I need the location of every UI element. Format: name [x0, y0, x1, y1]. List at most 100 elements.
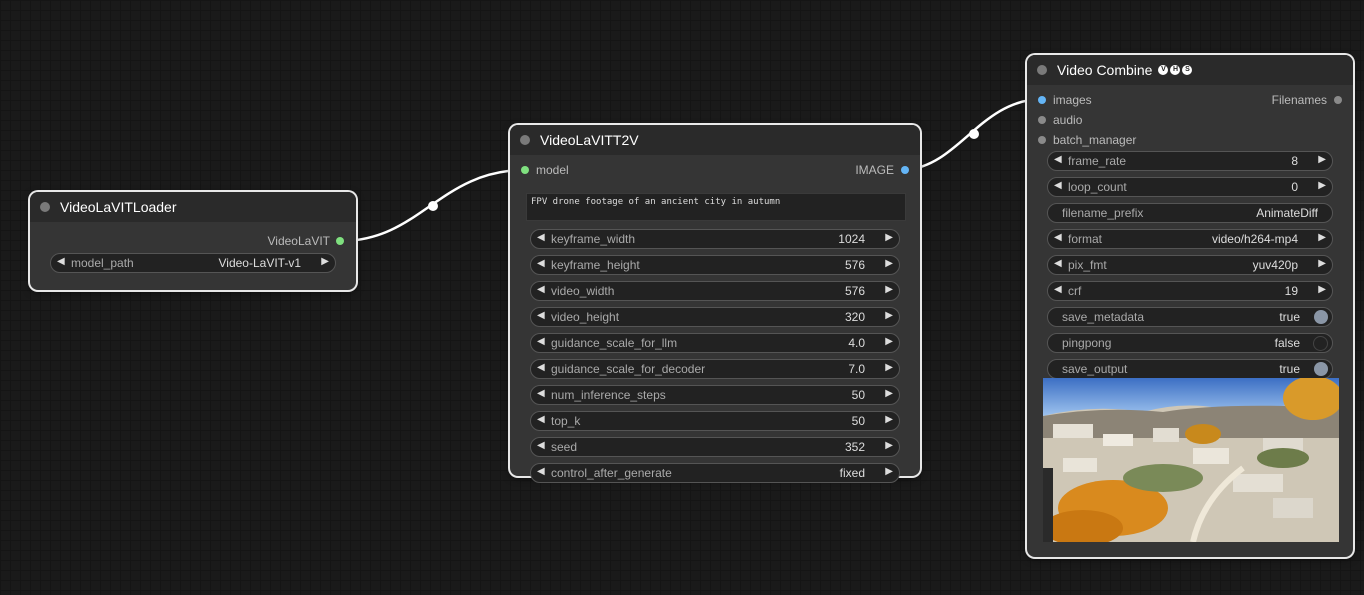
arrow-left-icon[interactable]: ◀ — [537, 310, 545, 321]
widget-video-width[interactable]: ◀ video_width 576 ▶ — [530, 281, 900, 301]
toggle-knob[interactable] — [1314, 362, 1328, 376]
widget-frame-rate[interactable]: ◀ frame_rate 8 ▶ — [1047, 151, 1333, 171]
arrow-right-icon[interactable]: ▶ — [885, 440, 893, 451]
widget-guidance-scale-for-llm[interactable]: ◀ guidance_scale_for_llm 4.0 ▶ — [530, 333, 900, 353]
arrow-right-icon[interactable]: ▶ — [885, 232, 893, 243]
widget-top-k[interactable]: ◀ top_k 50 ▶ — [530, 411, 900, 431]
preview-image — [1043, 378, 1339, 542]
widget-value: true — [1279, 310, 1300, 324]
input-slot-model[interactable] — [521, 166, 529, 174]
vhs-badge-icon: V H S — [1158, 65, 1193, 75]
arrow-right-icon[interactable]: ▶ — [885, 414, 893, 425]
widget-label: pix_fmt — [1068, 258, 1107, 272]
model-path-combo[interactable]: ◀ model_path Video-LaVIT-v1 ▶ — [50, 253, 336, 273]
widget-control-after-generate[interactable]: ◀ control_after_generate fixed ▶ — [530, 463, 900, 483]
node-videolavit-t2v[interactable]: VideoLaVITT2V model IMAGE FPV drone foot… — [510, 125, 920, 483]
link-images-midpoint[interactable] — [969, 129, 979, 139]
widget-save-metadata[interactable]: save_metadata true — [1047, 307, 1333, 327]
widget-value: 19 — [1284, 284, 1298, 298]
arrow-right-icon[interactable]: ▶ — [885, 362, 893, 373]
arrow-right-icon[interactable]: ▶ — [885, 336, 893, 347]
vhs-letter-s: S — [1182, 65, 1193, 75]
widget-label: seed — [551, 440, 578, 454]
collapse-dot-icon[interactable] — [520, 135, 530, 145]
node-header[interactable]: Video Combine V H S — [1027, 55, 1353, 85]
widget-pix-fmt[interactable]: ◀ pix_fmt yuv420p ▶ — [1047, 255, 1333, 275]
node-videolavit-loader[interactable]: VideoLaVITLoader VideoLaVIT ◀ model_path… — [30, 192, 356, 290]
input-slot-images[interactable] — [1038, 96, 1046, 104]
arrow-right-icon[interactable]: ▶ — [1318, 284, 1326, 295]
widget-label: crf — [1068, 284, 1082, 298]
widget-filename-prefix[interactable]: filename_prefix AnimateDiff — [1047, 203, 1333, 223]
widget-pingpong[interactable]: pingpong false — [1047, 333, 1333, 353]
arrow-left-icon[interactable]: ◀ — [1054, 180, 1062, 191]
arrow-right-icon[interactable]: ▶ — [885, 284, 893, 295]
widget-num-inference-steps[interactable]: ◀ num_inference_steps 50 ▶ — [530, 385, 900, 405]
arrow-left-icon[interactable]: ◀ — [537, 258, 545, 269]
widget-label: keyframe_height — [551, 258, 640, 272]
arrow-left-icon[interactable]: ◀ — [537, 414, 545, 425]
arrow-right-icon[interactable]: ▶ — [1318, 232, 1326, 243]
arrow-right-icon[interactable]: ▶ — [1318, 258, 1326, 269]
video-preview[interactable] — [1043, 378, 1339, 542]
widget-crf[interactable]: ◀ crf 19 ▶ — [1047, 281, 1333, 301]
slot-row-images: images Filenames — [1027, 90, 1353, 110]
arrow-left-icon[interactable]: ◀ — [1054, 154, 1062, 165]
widget-label: top_k — [551, 414, 581, 428]
widget-loop-count[interactable]: ◀ loop_count 0 ▶ — [1047, 177, 1333, 197]
widget-keyframe-height[interactable]: ◀ keyframe_height 576 ▶ — [530, 255, 900, 275]
collapse-dot-icon[interactable] — [1037, 65, 1047, 75]
arrow-right-icon[interactable]: ▶ — [321, 256, 329, 267]
output-slot-image[interactable] — [901, 166, 909, 174]
input-slot-audio[interactable] — [1038, 116, 1046, 124]
arrow-left-icon[interactable]: ◀ — [537, 362, 545, 373]
widget-label: model_path — [71, 256, 134, 270]
toggle-knob[interactable] — [1313, 336, 1328, 351]
arrow-left-icon[interactable]: ◀ — [537, 284, 545, 295]
input-label: batch_manager — [1053, 133, 1137, 147]
widget-save-output[interactable]: save_output true — [1047, 359, 1333, 379]
toggle-knob[interactable] — [1314, 310, 1328, 324]
arrow-right-icon[interactable]: ▶ — [885, 258, 893, 269]
link-model-midpoint[interactable] — [428, 201, 438, 211]
arrow-left-icon[interactable]: ◀ — [537, 388, 545, 399]
widget-value: 4.0 — [848, 336, 865, 350]
arrow-left-icon[interactable]: ◀ — [537, 466, 545, 477]
output-label: VideoLaVIT — [267, 234, 331, 248]
widget-label: pingpong — [1062, 336, 1112, 350]
output-label: IMAGE — [855, 163, 894, 177]
collapse-dot-icon[interactable] — [40, 202, 50, 212]
arrow-left-icon[interactable]: ◀ — [537, 336, 545, 347]
widget-format[interactable]: ◀ format video/h264-mp4 ▶ — [1047, 229, 1333, 249]
widget-value: 0 — [1291, 180, 1298, 194]
node-title: VideoLaVITT2V — [540, 132, 639, 148]
arrow-right-icon[interactable]: ▶ — [885, 310, 893, 321]
widget-keyframe-width[interactable]: ◀ keyframe_width 1024 ▶ — [530, 229, 900, 249]
node-video-combine[interactable]: Video Combine V H S images Filenames aud… — [1027, 55, 1353, 557]
arrow-left-icon[interactable]: ◀ — [537, 440, 545, 451]
arrow-left-icon[interactable]: ◀ — [537, 232, 545, 243]
slot-row: model IMAGE — [510, 160, 920, 180]
node-header[interactable]: VideoLaVITT2V — [510, 125, 920, 155]
prompt-textarea[interactable]: FPV drone footage of an ancient city in … — [526, 193, 906, 221]
widget-value: 8 — [1291, 154, 1298, 168]
arrow-right-icon[interactable]: ▶ — [885, 388, 893, 399]
arrow-right-icon[interactable]: ▶ — [1318, 180, 1326, 191]
arrow-right-icon[interactable]: ▶ — [885, 466, 893, 477]
widget-label: filename_prefix — [1062, 206, 1144, 220]
widget-video-height[interactable]: ◀ video_height 320 ▶ — [530, 307, 900, 327]
output-slot-videolavit[interactable] — [336, 237, 344, 245]
arrow-left-icon[interactable]: ◀ — [57, 256, 65, 267]
widget-label: guidance_scale_for_llm — [551, 336, 678, 350]
output-slot-filenames[interactable] — [1334, 96, 1342, 104]
node-header[interactable]: VideoLaVITLoader — [30, 192, 356, 222]
input-slot-batch-manager[interactable] — [1038, 136, 1046, 144]
node-graph-canvas[interactable]: VideoLaVITLoader VideoLaVIT ◀ model_path… — [0, 0, 1364, 595]
arrow-left-icon[interactable]: ◀ — [1054, 284, 1062, 295]
widget-value: 50 — [851, 414, 865, 428]
arrow-left-icon[interactable]: ◀ — [1054, 232, 1062, 243]
widget-guidance-scale-for-decoder[interactable]: ◀ guidance_scale_for_decoder 7.0 ▶ — [530, 359, 900, 379]
arrow-right-icon[interactable]: ▶ — [1318, 154, 1326, 165]
widget-seed[interactable]: ◀ seed 352 ▶ — [530, 437, 900, 457]
arrow-left-icon[interactable]: ◀ — [1054, 258, 1062, 269]
